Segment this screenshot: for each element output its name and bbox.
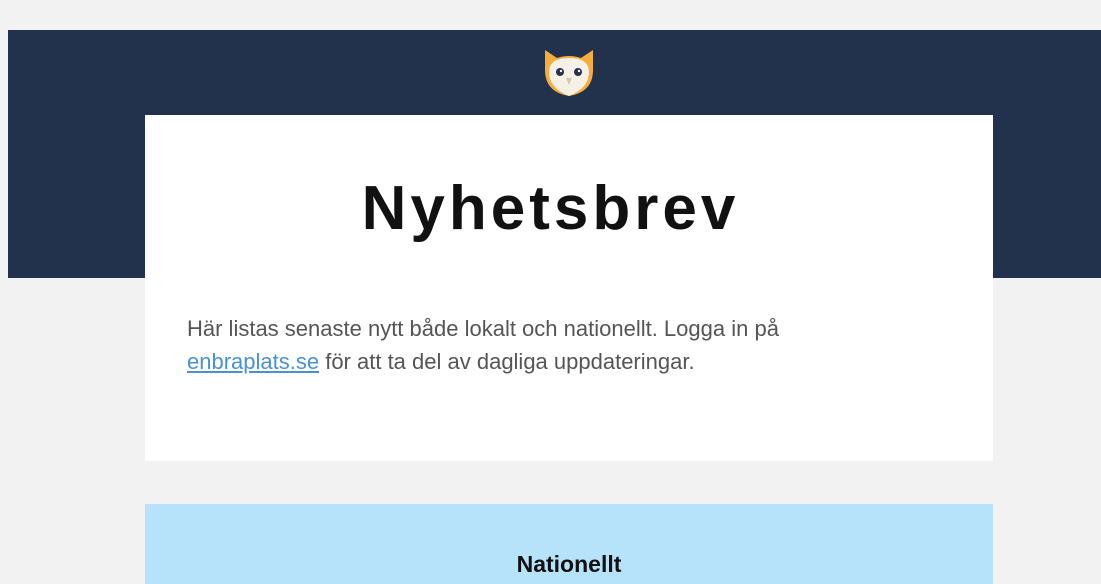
intro-text-end: för att ta del av dagliga uppdateringar. xyxy=(319,349,695,374)
intro-text-start: Här listas senaste nytt både lokalt och … xyxy=(187,316,779,341)
email-page: Nyhetsbrev Här listas senaste nytt både … xyxy=(0,0,1101,584)
enbraplats-link[interactable]: enbraplats.se xyxy=(187,349,319,374)
newsletter-card xyxy=(145,115,993,461)
section-title: Nationellt xyxy=(516,551,622,577)
newsletter-title: Nyhetsbrev xyxy=(361,174,740,243)
intro-text: Här listas senaste nytt både lokalt och … xyxy=(187,312,907,378)
owl-icon xyxy=(545,50,593,96)
